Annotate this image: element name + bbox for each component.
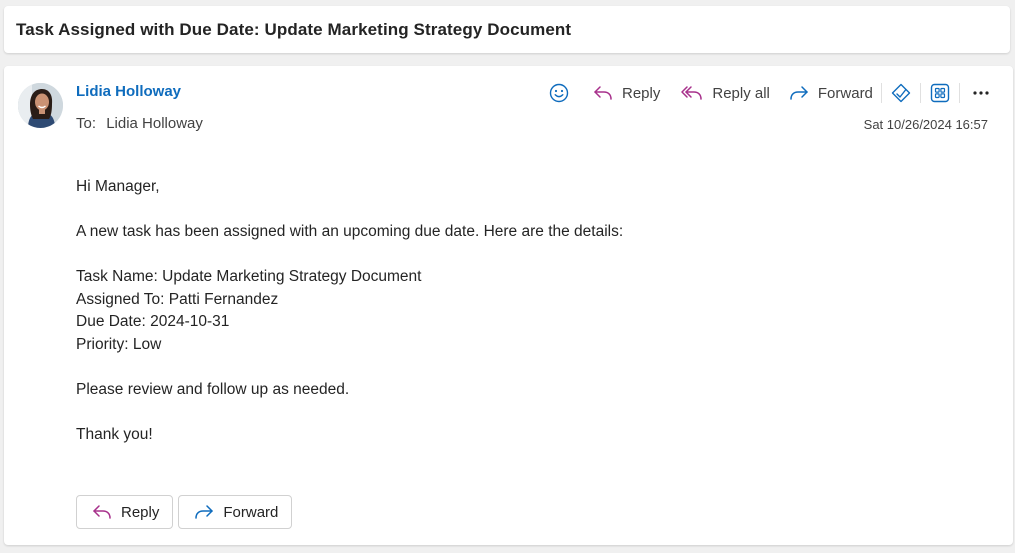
message-date: Sat 10/26/2024 16:57 <box>863 117 988 132</box>
body-greeting: Hi Manager, <box>76 178 160 195</box>
toolbar-divider <box>919 83 921 103</box>
recipient-line: To: Lidia Holloway <box>76 115 203 132</box>
quick-actions: Reply Forward <box>76 495 293 529</box>
body-followup: Please review and follow up as needed. <box>76 380 350 398</box>
bottom-reply-label: Reply <box>121 503 160 521</box>
detail-priority: Priority: Low <box>76 335 162 353</box>
bottom-forward-button[interactable]: Forward <box>178 495 293 529</box>
forward-button[interactable]: Forward <box>782 78 879 108</box>
reply-all-label: Reply all <box>712 84 770 102</box>
toolbar-divider <box>880 83 882 103</box>
body-intro: A new task has been assigned with an upc… <box>76 223 624 240</box>
detail-task-name: Task Name: Update Marketing Strategy Doc… <box>76 268 422 285</box>
reaction-button[interactable] <box>542 78 576 108</box>
bottom-forward-label: Forward <box>223 503 279 521</box>
immersive-reader-button[interactable] <box>884 78 918 108</box>
detail-assigned-to: Assigned To: Patti Fernandez <box>76 290 279 308</box>
task-details: Task Name: Update Marketing Strategy Doc… <box>76 266 956 356</box>
apps-button[interactable] <box>923 78 957 108</box>
message-card: Lidia Holloway To: Lidia Holloway Sat 10… <box>4 66 1013 545</box>
reply-icon <box>93 505 111 519</box>
avatar-photo <box>18 83 63 128</box>
more-icon <box>973 91 989 95</box>
reply-all-icon <box>681 86 703 100</box>
immersive-reader-icon <box>891 83 911 103</box>
bottom-reply-button[interactable]: Reply <box>76 495 174 529</box>
forward-icon <box>195 505 214 519</box>
forward-icon <box>790 86 808 100</box>
message-body: Hi Manager, A new task has been assigned… <box>76 176 956 469</box>
message-toolbar: Reply Reply all Forward <box>542 78 1000 108</box>
forward-label: Forward <box>817 84 873 102</box>
toolbar-divider <box>958 83 960 103</box>
avatar[interactable] <box>18 83 63 128</box>
more-actions-button[interactable] <box>962 78 1000 108</box>
smiley-icon <box>549 83 569 103</box>
to-label: To: <box>76 115 97 132</box>
reply-icon <box>594 86 612 100</box>
reply-all-button[interactable]: Reply all <box>674 78 776 108</box>
reply-button[interactable]: Reply <box>586 78 666 108</box>
subject-header: Task Assigned with Due Date: Update Mark… <box>4 6 1010 53</box>
detail-due-date: Due Date: 2024-10-31 <box>76 313 230 330</box>
recipient-name[interactable]: Lidia Holloway <box>106 115 203 132</box>
apps-icon <box>930 83 950 103</box>
reply-label: Reply <box>622 84 661 102</box>
body-closing: Thank you! <box>76 425 153 443</box>
sender-name[interactable]: Lidia Holloway <box>76 83 181 100</box>
message-subject: Task Assigned with Due Date: Update Mark… <box>16 19 572 39</box>
